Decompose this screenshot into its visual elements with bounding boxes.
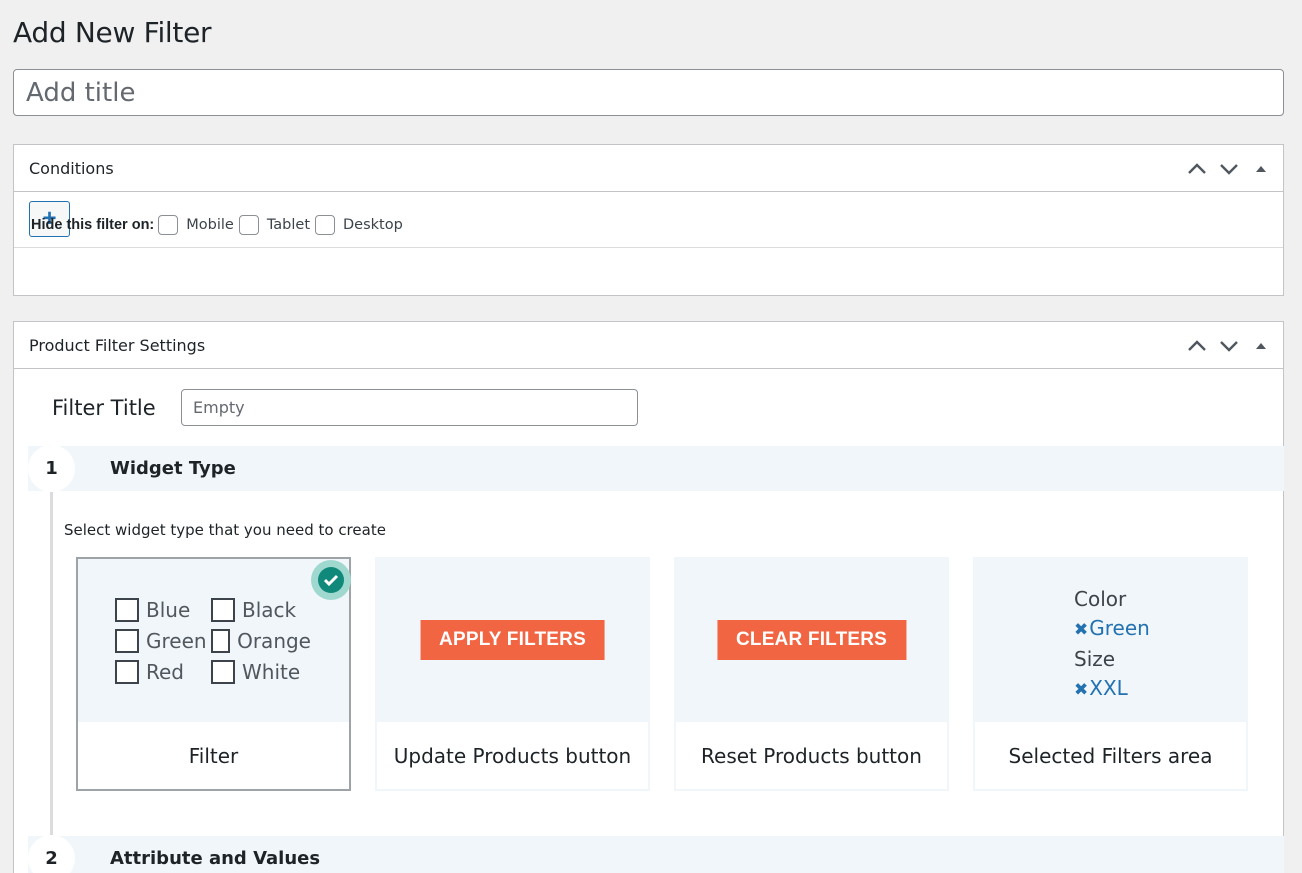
- step-connector-line: [50, 468, 53, 836]
- x-icon: ✖: [1074, 680, 1089, 700]
- mobile-label: Mobile: [186, 217, 234, 233]
- conditions-handle-actions: [1183, 145, 1275, 192]
- desktop-checkbox[interactable]: [315, 215, 336, 235]
- selected-filters-preview: Color ✖Green Size ✖XXL: [975, 559, 1246, 722]
- settings-title: Product Filter Settings: [29, 335, 206, 355]
- color-options-grid: Blue Black Green Orange Red White: [115, 597, 311, 685]
- step-attribute-values[interactable]: 2 Attribute and Values: [28, 835, 1284, 873]
- filter-preview: Blue Black Green Orange Red White: [78, 559, 349, 722]
- chevron-down-icon[interactable]: [1215, 155, 1243, 183]
- selected-filters-list: Color ✖Green Size ✖XXL: [1074, 585, 1150, 705]
- filter-title-row: Filter Title: [52, 389, 638, 426]
- reset-products-preview: CLEAR FILTERS: [676, 559, 947, 722]
- product-filter-settings-box: Product Filter Settings Filter Title 1 W…: [13, 321, 1284, 873]
- widget-card-filter[interactable]: Blue Black Green Orange Red White Filter: [76, 557, 351, 791]
- widget-card-label: Selected Filters area: [1008, 743, 1213, 768]
- step-title: Attribute and Values: [110, 848, 321, 869]
- selected-value: ✖XXL: [1074, 676, 1128, 700]
- color-option: Blue: [115, 597, 211, 623]
- step-title: Widget Type: [110, 458, 236, 479]
- widget-card-label: Update Products button: [393, 743, 632, 768]
- page-title: Add New Filter: [13, 16, 212, 49]
- clear-filters-preview-button: CLEAR FILTERS: [716, 620, 907, 660]
- checkbox-icon: [115, 598, 139, 622]
- widget-type-cards: Blue Black Green Orange Red White Filter…: [76, 557, 1248, 791]
- color-option: White: [211, 659, 311, 685]
- widget-card-label: Reset Products button: [701, 743, 922, 768]
- conditions-box: Conditions + Hide this filter on: Mobile…: [13, 144, 1284, 296]
- title-input[interactable]: [13, 69, 1284, 116]
- checkbox-icon: [115, 660, 139, 684]
- step-widget-type[interactable]: 1 Widget Type: [28, 445, 1284, 492]
- color-option: Red: [115, 659, 211, 685]
- conditions-title: Conditions: [29, 158, 114, 178]
- check-icon: [311, 560, 351, 600]
- step-number: 1: [28, 445, 75, 492]
- checkbox-icon: [211, 629, 231, 653]
- tablet-checkbox[interactable]: [238, 215, 259, 235]
- settings-handle-actions: [1183, 322, 1275, 369]
- chevron-up-icon[interactable]: [1183, 155, 1211, 183]
- color-option: Orange: [211, 628, 311, 654]
- x-icon: ✖: [1074, 620, 1089, 640]
- update-products-preview: APPLY FILTERS: [377, 559, 648, 722]
- mobile-checkbox[interactable]: [158, 215, 179, 235]
- widget-card-selected-filters[interactable]: Color ✖Green Size ✖XXL Selected Filters …: [973, 557, 1248, 791]
- widget-card-update-products[interactable]: APPLY FILTERS Update Products button: [375, 557, 650, 791]
- color-option: Black: [211, 597, 311, 623]
- selected-group-name: Size: [1074, 647, 1116, 671]
- hide-filter-row: Hide this filter on: Mobile Tablet Deskt…: [31, 215, 407, 235]
- selected-value: ✖Green: [1074, 616, 1150, 640]
- conditions-header: Conditions: [14, 145, 1283, 192]
- desktop-label: Desktop: [343, 217, 403, 233]
- tablet-label: Tablet: [266, 217, 311, 233]
- color-option: Green: [115, 628, 211, 654]
- chevron-down-icon[interactable]: [1215, 332, 1243, 360]
- hide-filter-label: Hide this filter on:: [31, 217, 155, 233]
- triangle-up-icon[interactable]: [1247, 332, 1275, 360]
- checkbox-icon: [211, 660, 235, 684]
- widget-card-reset-products[interactable]: CLEAR FILTERS Reset Products button: [674, 557, 949, 791]
- selected-group-name: Color: [1074, 587, 1127, 611]
- settings-header: Product Filter Settings: [14, 322, 1283, 369]
- filter-title-input[interactable]: [181, 389, 638, 426]
- widget-card-label: Filter: [188, 743, 239, 768]
- select-widget-hint: Select widget type that you need to crea…: [64, 521, 386, 539]
- apply-filters-preview-button: APPLY FILTERS: [420, 620, 605, 660]
- checkbox-icon: [115, 629, 139, 653]
- chevron-up-icon[interactable]: [1183, 332, 1211, 360]
- step-number: 2: [28, 835, 75, 873]
- checkbox-icon: [211, 598, 235, 622]
- filter-title-label: Filter Title: [52, 395, 156, 420]
- triangle-up-icon[interactable]: [1247, 155, 1275, 183]
